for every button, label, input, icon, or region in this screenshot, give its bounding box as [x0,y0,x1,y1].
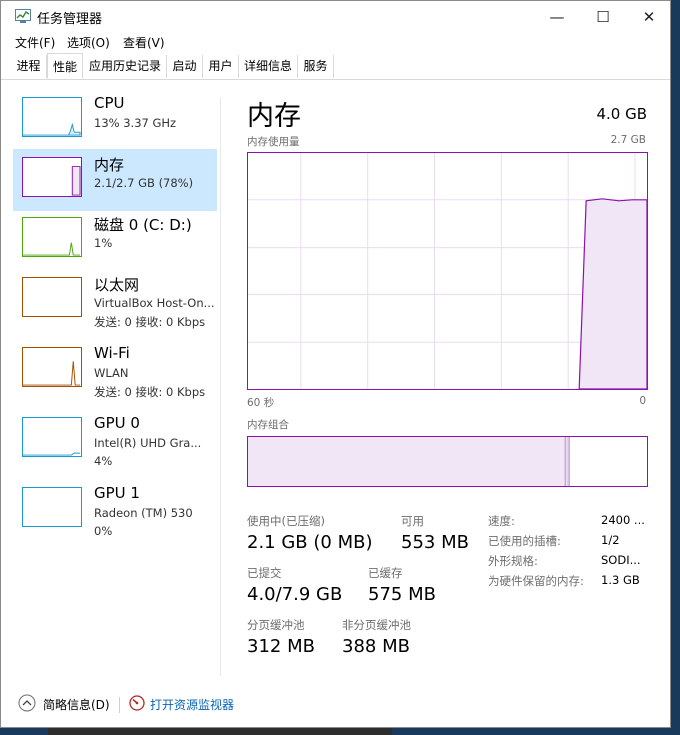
menu-bar: 文件(F) 选项(O) 查看(V) [1,32,670,52]
task-manager-window: 任务管理器 — ☐ ✕ 文件(F) 选项(O) 查看(V) 进程 性能 应用历史… [0,0,671,728]
sidebar-item-gpu0[interactable]: GPU 0 Intel(R) UHD Gra... 4% [13,409,217,471]
tab-users[interactable]: 用户 [203,55,239,78]
menu-options[interactable]: 选项(O) [67,34,110,51]
tab-performance[interactable]: 性能 [47,53,83,79]
sidebar-item-ethernet[interactable]: 以太网 VirtualBox Host-On... 发送: 0 接收: 0 Kb… [13,269,217,331]
form-factor-value: SODI... [601,553,641,567]
sidebar-item-detail: VirtualBox Host-On... [94,296,215,310]
tab-bar: 进程 性能 应用历史记录 启动 用户 详细信息 服务 [1,53,670,80]
sidebar-item-title: 内存 [94,156,125,174]
composition-label: 内存组合 [247,419,289,431]
tab-details[interactable]: 详细信息 [239,55,298,78]
tab-processes[interactable]: 进程 [11,55,47,78]
usage-graph-max: 2.7 GB [610,134,646,146]
sidebar-item-title: CPU [94,94,125,112]
form-factor-label: 外形规格: [488,554,538,568]
speed-label: 速度: [488,514,515,528]
sidebar-item-wifi[interactable]: Wi-Fi WLAN 发送: 0 接收: 0 Kbps [13,339,217,401]
sidebar-item-detail: 13% 3.37 GHz [94,116,177,130]
sidebar-item-gpu1[interactable]: GPU 1 Radeon (TM) 530 0% [13,479,217,541]
minimize-icon: — [549,7,565,26]
committed-label: 已提交 [247,566,282,580]
paged-pool-label: 分页缓冲池 [247,618,305,632]
cached-label: 已缓存 [368,566,403,580]
tab-startup[interactable]: 启动 [167,55,203,78]
memory-usage-graph [247,152,648,390]
page-title: 内存 [247,101,301,132]
sidebar-item-usage: 0% [94,524,113,538]
chevron-up-icon[interactable] [18,694,36,712]
tab-services[interactable]: 服务 [298,55,334,78]
sidebar-item-detail: WLAN [94,366,129,380]
available-value: 553 MB [401,532,469,553]
title-bar[interactable]: 任务管理器 — ☐ ✕ [1,1,670,32]
ethernet-thumbnail [22,277,82,317]
cached-value: 575 MB [368,584,436,605]
sidebar-item-title: GPU 0 [94,414,140,432]
sidebar-item-title: Wi-Fi [94,344,130,362]
task-manager-icon [15,9,31,23]
in-use-value: 2.1 GB (0 MB) [247,532,373,553]
footer: 简略信息(D) 打开资源监视器 [1,684,670,724]
minimize-button[interactable]: — [534,1,580,32]
menu-file[interactable]: 文件(F) [15,34,55,51]
sidebar-item-cpu[interactable]: CPU 13% 3.37 GHz [13,89,217,151]
wifi-thumbnail [22,347,82,387]
nonpaged-pool-value: 388 MB [342,636,410,657]
paged-pool-value: 312 MB [247,636,315,657]
window-title: 任务管理器 [37,12,103,27]
hardware-reserved-value: 1.3 GB [601,573,640,587]
sidebar-item-detail: 2.1/2.7 GB (78%) [94,176,194,190]
gpu0-thumbnail [22,417,82,457]
sidebar-item-disk[interactable]: 磁盘 0 (C: D:) 1% [13,209,217,271]
maximize-button[interactable]: ☐ [580,1,626,32]
disk-thumbnail [22,217,82,257]
tab-app-history[interactable]: 应用历史记录 [84,55,167,78]
sidebar-item-detail: 1% [94,236,113,250]
nonpaged-pool-label: 非分页缓冲池 [342,618,411,632]
cpu-thumbnail [22,97,82,137]
sidebar-item-detail: Intel(R) UHD Gra... [94,436,202,450]
resource-monitor-icon [129,695,145,711]
sidebar-divider[interactable] [220,98,221,676]
sidebar-item-title: 磁盘 0 (C: D:) [94,216,192,234]
available-label: 可用 [401,514,424,528]
sidebar-item-throughput: 发送: 0 接收: 0 Kbps [94,385,206,399]
time-axis-left: 60 秒 [247,397,275,409]
sidebar-item-memory[interactable]: 内存 2.1/2.7 GB (78%) [13,149,217,211]
sidebar-item-usage: 4% [94,454,113,468]
hardware-reserved-label: 为硬件保留的内存: [488,574,584,588]
time-axis-right: 0 [639,395,646,407]
slots-value: 1/2 [601,533,620,547]
gpu1-thumbnail [22,487,82,527]
sidebar-item-throughput: 发送: 0 接收: 0 Kbps [94,315,206,329]
usage-graph-label: 内存使用量 [247,136,300,148]
menu-view[interactable]: 查看(V) [123,34,165,51]
open-resource-monitor-link[interactable]: 打开资源监视器 [150,696,234,713]
sidebar-item-title: 以太网 [94,276,140,294]
sidebar-item-title: GPU 1 [94,484,140,502]
speed-value: 2400 ... [601,513,645,527]
memory-composition-bar [247,436,648,487]
maximize-icon: ☐ [596,7,610,26]
fewer-details-button[interactable]: 简略信息(D) [43,696,110,713]
taskbar-strip [48,728,392,735]
memory-thumbnail [22,157,82,197]
close-icon: ✕ [642,7,656,26]
in-use-label: 使用中(已压缩) [247,514,325,528]
footer-divider [119,697,120,713]
close-button[interactable]: ✕ [626,1,670,32]
committed-value: 4.0/7.9 GB [247,584,343,605]
memory-total: 4.0 GB [596,105,647,123]
sidebar-item-detail: Radeon (TM) 530 [94,506,193,520]
slots-label: 已使用的插槽: [488,534,561,548]
